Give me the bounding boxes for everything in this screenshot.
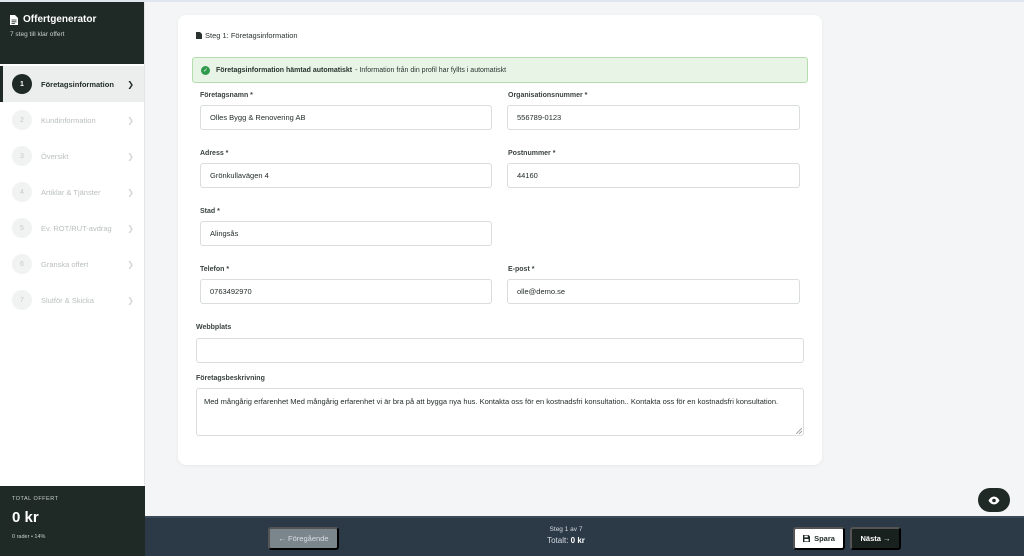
phone-input[interactable]: 0763492970 xyxy=(200,279,492,304)
top-border xyxy=(0,0,1024,2)
step-label: Artiklar & Tjänster xyxy=(41,187,101,197)
bottom-nav-bar: ← Föregående Steg 1 av 7 Totalt: 0 kr Sp… xyxy=(145,516,1024,556)
floppy-icon xyxy=(803,535,811,542)
step-item-5[interactable]: 5 Ev. ROT/RUT-avdrag ❯ xyxy=(0,210,144,246)
document-icon xyxy=(196,32,202,39)
step-number: 6 xyxy=(12,254,32,274)
app-title: Offertgenerator xyxy=(10,14,134,25)
check-circle-icon: ✓ xyxy=(201,65,210,75)
step-number: 1 xyxy=(12,74,32,94)
step-item-2[interactable]: 2 Kundinformation ❯ xyxy=(0,102,144,138)
step-label: Slutför & Skicka xyxy=(41,295,94,305)
step-item-1[interactable]: 1 Företagsinformation ❯ xyxy=(0,66,144,102)
footer-total-value: 0 kr xyxy=(570,536,585,545)
postal-code-input[interactable]: 44160 xyxy=(507,163,800,188)
step-number: 4 xyxy=(12,182,32,202)
alert-text: - Information från din profil har fyllts… xyxy=(355,66,507,74)
step-label: Översikt xyxy=(41,151,69,161)
chevron-right-icon: ❯ xyxy=(127,79,134,89)
document-icon xyxy=(10,14,18,25)
sidebar: Offertgenerator 7 steg till klar offert … xyxy=(0,2,145,556)
chevron-right-icon: ❯ xyxy=(127,115,134,125)
step-item-4[interactable]: 4 Artiklar & Tjänster ❯ xyxy=(0,174,144,210)
email-label: E-post * xyxy=(508,266,535,273)
phone-label: Telefon * xyxy=(200,266,230,273)
next-button[interactable]: Nästa → xyxy=(850,527,901,550)
email-input[interactable]: olle@demo.se xyxy=(507,279,800,304)
org-number-label: Organisationsnummer * xyxy=(508,92,588,99)
step-number: 7 xyxy=(12,290,32,310)
step-label: Kundinformation xyxy=(41,115,96,125)
step-item-6[interactable]: 6 Granska offert ❯ xyxy=(0,246,144,282)
step-number: 5 xyxy=(12,218,32,238)
website-input[interactable] xyxy=(196,338,804,363)
app-subtitle: 7 steg till klar offert xyxy=(10,31,65,38)
alert-title: Företagsinformation hämtad automatiskt xyxy=(216,66,353,74)
step-item-3[interactable]: 3 Översikt ❯ xyxy=(0,138,144,174)
total-summary: TOTAL OFFERT 0 kr 0 rader • 14% xyxy=(0,486,145,556)
step-heading: Steg 1: Företagsinformation xyxy=(196,31,298,40)
chevron-right-icon: ❯ xyxy=(127,223,134,233)
eye-icon xyxy=(988,496,1000,504)
description-label: Företagsbeskrivning xyxy=(196,375,265,382)
footer-total-label: Totalt: xyxy=(547,536,569,545)
chevron-right-icon: ❯ xyxy=(127,259,134,269)
total-meta: 0 rader • 14% xyxy=(12,534,46,540)
chevron-right-icon: ❯ xyxy=(127,295,134,305)
preview-button[interactable] xyxy=(978,488,1010,512)
step-counter: Steg 1 av 7 xyxy=(549,526,583,533)
chevron-right-icon: ❯ xyxy=(127,187,134,197)
step-number: 3 xyxy=(12,146,32,166)
save-label: Spara xyxy=(814,534,835,543)
total-label: TOTAL OFFERT xyxy=(12,496,59,502)
footer-total: Totalt: 0 kr xyxy=(515,536,617,545)
previous-button[interactable]: ← Föregående xyxy=(268,527,339,550)
org-number-input[interactable]: 556789-0123 xyxy=(507,105,800,130)
chevron-right-icon: ❯ xyxy=(127,151,134,161)
city-label: Stad * xyxy=(200,208,220,215)
address-label: Adress * xyxy=(200,150,229,157)
description-text: Med mångårig erfarenhet Med mångårig erf… xyxy=(204,397,779,406)
progress-info: Steg 1 av 7 Totalt: 0 kr xyxy=(515,526,617,545)
step-number: 2 xyxy=(12,110,32,130)
city-input[interactable]: Alingsås xyxy=(200,221,492,246)
step-label: Granska offert xyxy=(41,259,89,269)
company-name-label: Företagsnamn * xyxy=(200,92,253,99)
step-label: Företagsinformation xyxy=(41,79,114,89)
description-textarea[interactable]: Med mångårig erfarenhet Med mångårig erf… xyxy=(196,388,804,436)
address-input[interactable]: Grönkullavägen 4 xyxy=(200,163,492,188)
step-heading-text: Steg 1: Företagsinformation xyxy=(205,31,298,40)
postal-code-label: Postnummer * xyxy=(508,150,556,157)
company-name-input[interactable]: Olles Bygg & Renovering AB xyxy=(200,105,492,130)
website-label: Webbplats xyxy=(196,324,232,331)
resize-handle[interactable] xyxy=(796,428,802,434)
autofill-alert: ✓ Företagsinformation hämtad automatiskt… xyxy=(192,57,808,83)
app-title-text: Offertgenerator xyxy=(23,14,97,25)
step-list: 1 Företagsinformation ❯ 2 Kundinformatio… xyxy=(0,66,144,318)
step-item-7[interactable]: 7 Slutför & Skicka ❯ xyxy=(0,282,144,318)
total-value: 0 kr xyxy=(12,509,39,526)
sidebar-header: Offertgenerator 7 steg till klar offert xyxy=(0,2,144,64)
form-card: Steg 1: Företagsinformation ✓ Företagsin… xyxy=(178,15,822,465)
save-button[interactable]: Spara xyxy=(793,527,845,550)
step-label: Ev. ROT/RUT-avdrag xyxy=(41,223,112,233)
